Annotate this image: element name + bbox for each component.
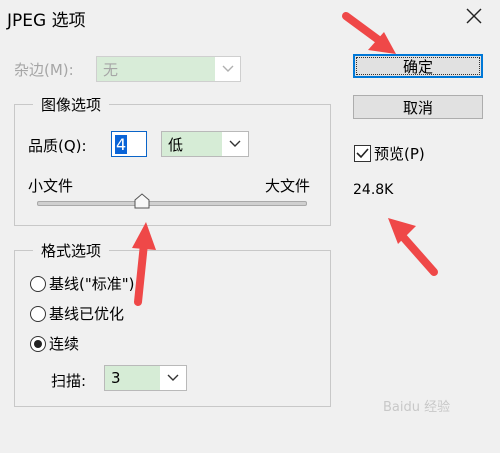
- matte-label: 杂边(M):: [14, 60, 74, 79]
- image-options-legend: 图像选项: [33, 94, 110, 115]
- scan-select[interactable]: 3: [104, 365, 187, 391]
- quality-level-value: 低: [162, 132, 222, 156]
- radio-indicator: [30, 305, 46, 322]
- cancel-button[interactable]: 取消: [353, 95, 483, 119]
- preview-checkbox[interactable]: 预览(P): [354, 143, 425, 164]
- quality-slider-thumb[interactable]: [134, 193, 150, 209]
- radio-indicator: [30, 275, 46, 292]
- window-title: JPEG 选项: [7, 11, 86, 31]
- annotation-arrow-slider-icon: [132, 222, 156, 306]
- checkmark-icon: [356, 148, 369, 159]
- ok-label: 确定: [402, 57, 433, 76]
- radio-indicator: [30, 335, 46, 352]
- watermark: Baidu 经验: [383, 400, 451, 415]
- radio-dot-selected: [34, 339, 42, 348]
- close-icon: [466, 8, 482, 24]
- annotation-arrow-ok-icon: [342, 12, 396, 54]
- chevron-down-icon: [215, 65, 240, 73]
- matte-value: 无: [97, 57, 215, 81]
- matte-select[interactable]: 无: [96, 56, 241, 82]
- close-button[interactable]: [462, 4, 486, 28]
- file-size-readout: 24.8K: [353, 182, 394, 198]
- preview-label: 预览(P): [374, 145, 425, 163]
- image-options-group: 图像选项: [14, 94, 331, 226]
- checkbox-indicator: [354, 145, 371, 162]
- annotation-arrow-size-icon: [388, 218, 438, 276]
- scan-label: 扫描:: [51, 372, 87, 390]
- cancel-label: 取消: [402, 98, 433, 117]
- radio-baseline-standard[interactable]: 基线("标准"): [30, 273, 135, 294]
- quality-value: 4: [115, 134, 128, 154]
- quality-level-select[interactable]: 低: [161, 131, 249, 157]
- quality-label: 品质(Q):: [28, 137, 87, 155]
- radio-baseline-optimized[interactable]: 基线已优化: [30, 303, 124, 324]
- scan-value: 3: [105, 366, 160, 390]
- radio-label: 连续: [49, 335, 80, 353]
- quality-input[interactable]: 4: [111, 131, 147, 157]
- quality-slider-track[interactable]: [37, 201, 307, 206]
- chevron-down-icon: [222, 140, 248, 148]
- radio-label: 基线已优化: [49, 305, 125, 323]
- chevron-down-icon: [160, 374, 186, 382]
- radio-progressive[interactable]: 连续: [30, 333, 79, 354]
- slider-max-label: 大文件: [265, 177, 311, 195]
- matte-row: 杂边(M):: [14, 56, 94, 82]
- format-options-legend: 格式选项: [33, 240, 110, 261]
- slider-min-label: 小文件: [28, 177, 74, 195]
